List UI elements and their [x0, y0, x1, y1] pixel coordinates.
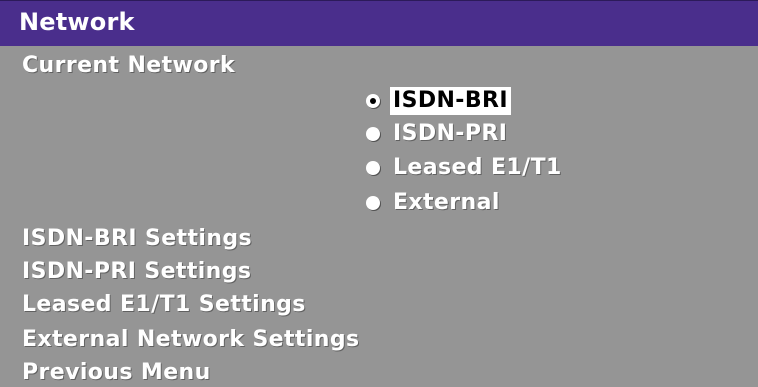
- menu-item-previous-menu[interactable]: Previous Menu: [22, 359, 211, 387]
- radio-unselected-icon[interactable]: [366, 196, 380, 210]
- title-bar: Network: [0, 0, 758, 46]
- menu-item-isdn-pri-settings[interactable]: ISDN-PRI Settings: [22, 258, 251, 286]
- radio-label-isdn-pri: ISDN-PRI: [393, 121, 508, 146]
- radio-label-external: External: [393, 190, 500, 215]
- menu-item-leased-e1-t1-settings[interactable]: Leased E1/T1 Settings: [22, 291, 306, 319]
- radio-unselected-icon[interactable]: [366, 161, 380, 175]
- radio-label-leased-e1-t1: Leased E1/T1: [393, 155, 562, 180]
- network-menu-screen: Network Current Network ISDN-BRI ISDN-PR…: [0, 0, 758, 387]
- radio-unselected-icon[interactable]: [366, 127, 380, 141]
- radio-option-external[interactable]: External: [366, 188, 503, 218]
- page-title: Network: [19, 8, 135, 36]
- radio-option-isdn-pri[interactable]: ISDN-PRI: [366, 119, 510, 149]
- menu-item-external-network-settings[interactable]: External Network Settings: [22, 326, 360, 354]
- radio-label-isdn-bri: ISDN-BRI: [390, 87, 511, 115]
- radio-option-leased-e1-t1[interactable]: Leased E1/T1: [366, 153, 565, 183]
- radio-selected-icon[interactable]: [366, 94, 380, 108]
- current-network-label: Current Network: [22, 53, 236, 78]
- menu-item-isdn-bri-settings[interactable]: ISDN-BRI Settings: [22, 225, 252, 253]
- radio-option-isdn-bri[interactable]: ISDN-BRI: [366, 86, 511, 116]
